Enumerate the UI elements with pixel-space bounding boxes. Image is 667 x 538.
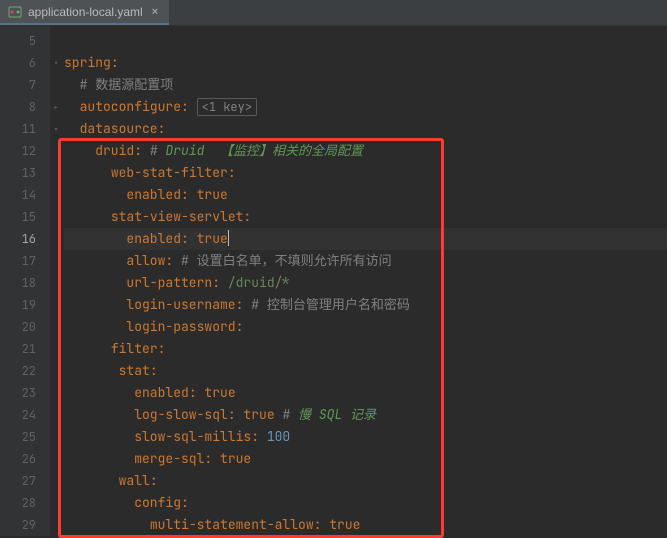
- code-line: autoconfigure: <1 key>: [64, 96, 667, 118]
- line-number: 28: [0, 492, 50, 514]
- code-line: stat:: [64, 360, 667, 382]
- line-gutter: 5 6 7 8 11 12 13 14 15 16 17 18 19 20 21…: [0, 26, 50, 536]
- line-number: 25: [0, 426, 50, 448]
- fold-column: ▾ ▸ ▾: [50, 30, 62, 140]
- fold-closed-icon[interactable]: ▸: [50, 96, 62, 118]
- fold-none: [50, 30, 62, 52]
- code-content[interactable]: spring: # 数据源配置项 autoconfigure: <1 key> …: [50, 30, 667, 536]
- line-number: 21: [0, 338, 50, 360]
- code-line: merge-sql: true: [64, 448, 667, 470]
- line-number: 24: [0, 404, 50, 426]
- code-line: [64, 30, 667, 52]
- code-line: datasource:: [64, 118, 667, 140]
- line-number: 19: [0, 294, 50, 316]
- line-number: 12: [0, 140, 50, 162]
- code-line: spring:: [64, 52, 667, 74]
- tab-bar: application-local.yaml ×: [0, 0, 667, 26]
- code-line: # 数据源配置项: [64, 74, 667, 96]
- code-line: web-stat-filter:: [64, 162, 667, 184]
- line-number: 29: [0, 514, 50, 536]
- code-line: druid: # Druid 【监控】相关的全局配置: [64, 140, 667, 162]
- code-line: login-password:: [64, 316, 667, 338]
- file-tab[interactable]: application-local.yaml ×: [0, 0, 169, 25]
- code-line: login-username: # 控制台管理用户名和密码: [64, 294, 667, 316]
- code-line: wall:: [64, 470, 667, 492]
- code-line: allow: # 设置白名单，不填则允许所有访问: [64, 250, 667, 272]
- line-number: 23: [0, 382, 50, 404]
- code-line: slow-sql-millis: 100: [64, 426, 667, 448]
- code-line: log-slow-sql: true # 慢 SQL 记录: [64, 404, 667, 426]
- code-area[interactable]: ▾ ▸ ▾ spring: # 数据源配置项 autoconfigure: <1…: [50, 26, 667, 536]
- code-line: config:: [64, 492, 667, 514]
- line-number: 22: [0, 360, 50, 382]
- code-line: multi-statement-allow: true: [64, 514, 667, 536]
- code-editor[interactable]: 5 6 7 8 11 12 13 14 15 16 17 18 19 20 21…: [0, 26, 667, 536]
- line-number: 13: [0, 162, 50, 184]
- code-line: url-pattern: /druid/*: [64, 272, 667, 294]
- line-number: 17: [0, 250, 50, 272]
- line-number: 6: [0, 52, 50, 74]
- code-line: stat-view-servlet:: [64, 206, 667, 228]
- text-cursor: [228, 230, 229, 246]
- code-line-active: enabled: true: [64, 228, 667, 250]
- yaml-file-icon: [8, 5, 22, 19]
- line-number: 8: [0, 96, 50, 118]
- code-line: enabled: true: [64, 184, 667, 206]
- close-icon[interactable]: ×: [149, 3, 161, 21]
- code-line: filter:: [64, 338, 667, 360]
- line-number: 20: [0, 316, 50, 338]
- line-number: 7: [0, 74, 50, 96]
- line-number: 27: [0, 470, 50, 492]
- code-line: enabled: true: [64, 382, 667, 404]
- fold-placeholder[interactable]: <1 key>: [197, 98, 257, 116]
- line-number: 14: [0, 184, 50, 206]
- line-number: 16: [0, 228, 50, 250]
- tab-filename: application-local.yaml: [28, 5, 143, 19]
- line-number: 15: [0, 206, 50, 228]
- fold-open-icon[interactable]: ▾: [50, 52, 62, 74]
- fold-open-icon[interactable]: ▾: [50, 118, 62, 140]
- line-number: 5: [0, 30, 50, 52]
- line-number: 11: [0, 118, 50, 140]
- line-number: 26: [0, 448, 50, 470]
- line-number: 18: [0, 272, 50, 294]
